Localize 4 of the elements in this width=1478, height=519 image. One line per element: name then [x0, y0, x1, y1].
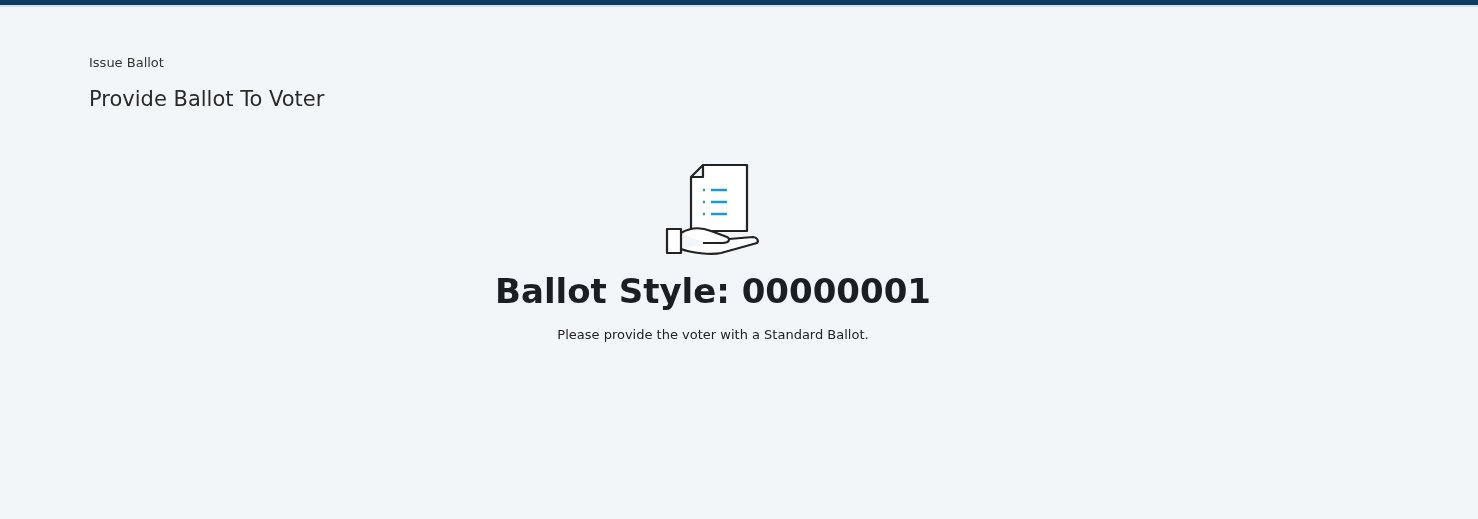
- instruction-text: Please provide the voter with a Standard Ballot.: [557, 327, 869, 342]
- ballot-style-heading: Ballot Style: 00000001: [495, 271, 931, 311]
- breadcrumb: Issue Ballot: [89, 55, 164, 70]
- page-title: Provide Ballot To Voter: [89, 87, 325, 111]
